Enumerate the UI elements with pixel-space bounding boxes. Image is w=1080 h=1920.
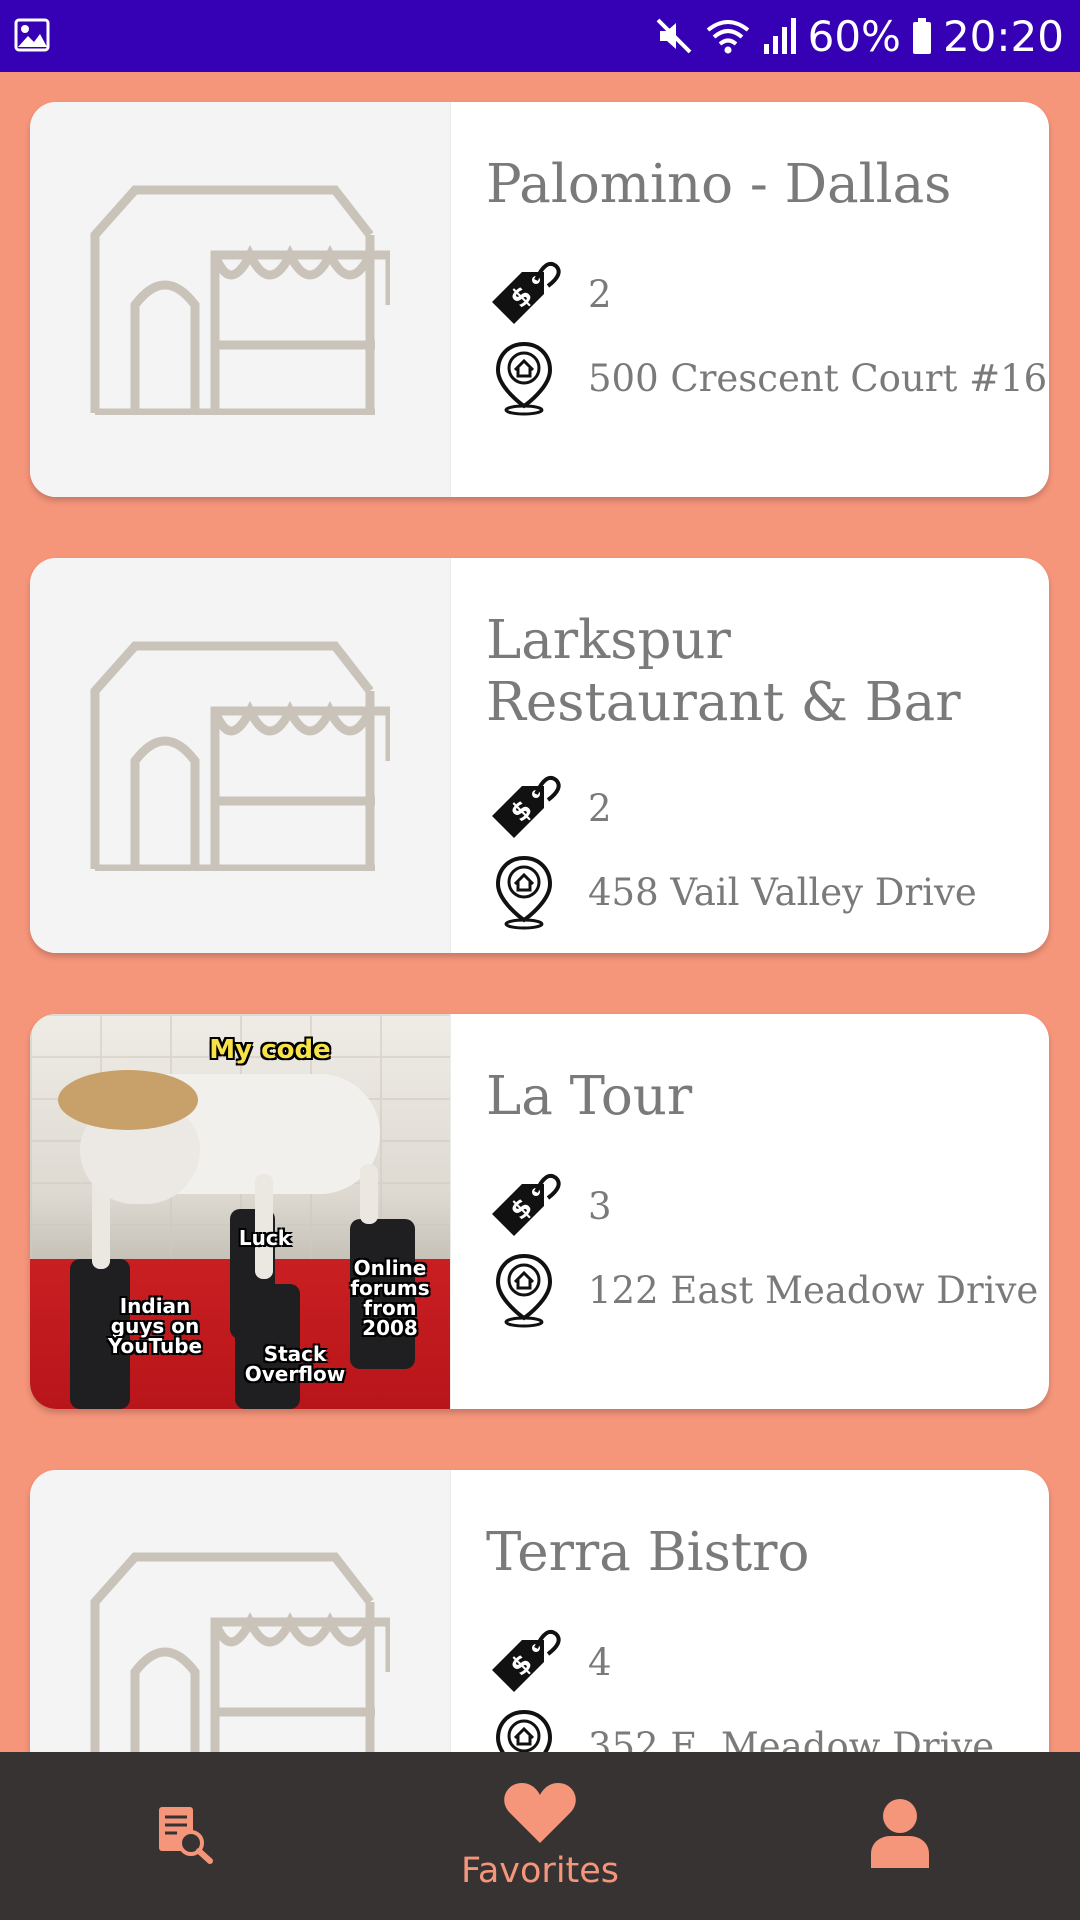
location-pin-icon [486,854,562,930]
restaurant-name: Terra Bistro [486,1522,810,1583]
battery-text: 60% [807,11,901,61]
price-level: 3 [588,1184,612,1228]
mute-icon [654,16,694,56]
store-placeholder-image [30,558,451,953]
meme-caption: Indian guys on YouTube [107,1294,203,1358]
meme-caption: Luck [238,1226,292,1250]
price-tag-icon: $ [486,770,562,846]
nav-search-button[interactable] [120,1752,250,1920]
restaurant-address: 458 Vail Valley Drive [588,870,977,914]
gallery-icon [14,18,50,56]
restaurant-photo: My code Luck Indian guys on YouTube Stac… [30,1014,451,1409]
restaurant-address: 122 East Meadow Drive [588,1268,1039,1312]
restaurant-name: Larkspur Restaurant & Bar [486,610,961,733]
meme-caption: Stack Overflow [244,1342,346,1386]
search-list-icon [155,1803,215,1869]
clock: 20:20 [942,11,1064,61]
restaurant-card[interactable]: Larkspur Restaurant & Bar $ 2 458 Vail V… [30,558,1049,953]
status-bar: 60% 20:20 [0,0,1080,72]
restaurant-name: Palomino - Dallas [486,154,952,215]
restaurant-name: La Tour [486,1066,693,1127]
restaurant-address: 500 Crescent Court #165 [588,356,1049,400]
price-level: 4 [588,1640,612,1684]
restaurant-list[interactable]: Palomino - Dallas $ 2 500 Crescent Court… [0,72,1080,1752]
location-pin-icon [486,1708,562,1752]
price-level: 2 [588,272,612,316]
restaurant-card[interactable]: Palomino - Dallas $ 2 500 Crescent Court… [30,102,1049,497]
restaurant-card[interactable]: Terra Bistro $ 4 352 E. Meadow Drive [30,1470,1049,1752]
nav-favorites-button[interactable]: Favorites [440,1752,640,1920]
nav-profile-button[interactable] [835,1752,965,1920]
restaurant-card[interactable]: My code Luck Indian guys on YouTube Stac… [30,1014,1049,1409]
price-tag-icon: $ [486,1624,562,1700]
price-level: 2 [588,786,612,830]
battery-icon [911,16,933,56]
store-placeholder-image [30,1470,451,1752]
meme-caption: My code [209,1035,331,1065]
price-tag-icon: $ [486,1168,562,1244]
nav-favorites-label: Favorites [460,1851,620,1891]
bottom-navigation: Favorites [0,1752,1080,1920]
signal-icon [762,16,798,56]
wifi-icon [704,16,752,56]
store-placeholder-image [30,102,451,497]
location-pin-icon [486,340,562,416]
heart-icon [502,1781,578,1849]
price-tag-icon: $ [486,256,562,332]
restaurant-address: 352 E. Meadow Drive [588,1724,995,1753]
profile-icon [869,1798,931,1874]
meme-caption: Online forums from 2008 [350,1256,430,1340]
location-pin-icon [486,1252,562,1328]
